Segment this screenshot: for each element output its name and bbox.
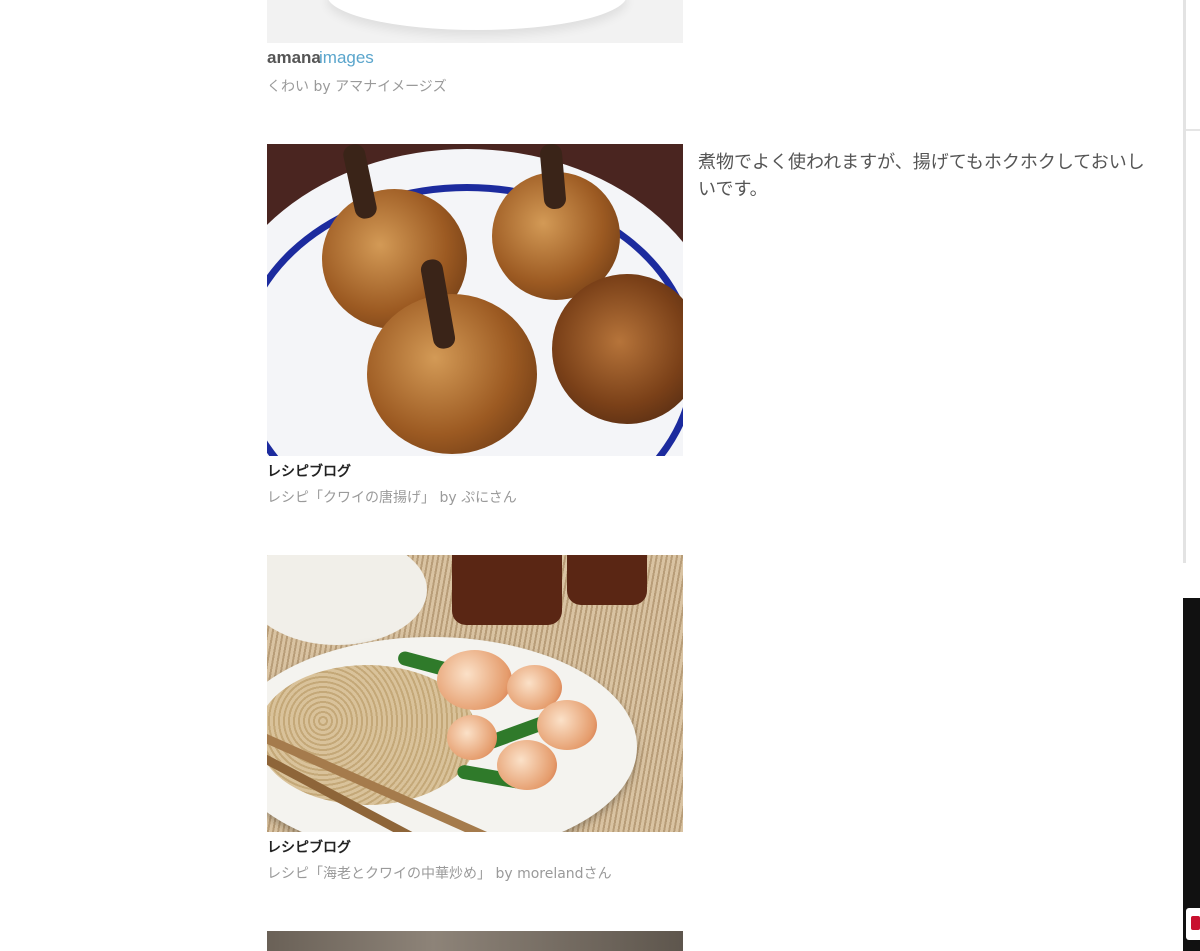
next-photo[interactable] bbox=[267, 931, 683, 951]
shrimp-stir-fry-photo[interactable] bbox=[267, 555, 683, 832]
logo-text-images: images bbox=[319, 48, 374, 67]
recipe-blog-logo[interactable]: レシピブログ bbox=[267, 838, 367, 856]
article-paragraph: 煮物でよく使われますが、揚げてもホクホクしておいしいです。 bbox=[698, 152, 1145, 200]
sidebar-divider bbox=[1186, 129, 1200, 131]
bookmark-icon[interactable] bbox=[1186, 908, 1200, 940]
sidebar-panel bbox=[1183, 0, 1200, 563]
logo-text-amana: amana bbox=[267, 48, 321, 67]
recipe-blog-logo-graphic: レシピブログ bbox=[267, 463, 351, 480]
photo-caption: レシピ「海老とクワイの中華炒め」 by morelandさん bbox=[267, 866, 612, 882]
sidebar-dark-widget[interactable] bbox=[1183, 598, 1200, 951]
recipe-blog-logo[interactable]: レシピブログ bbox=[267, 462, 367, 480]
amana-images-logo[interactable]: amana images bbox=[267, 47, 387, 67]
fried-kuwai-photo[interactable] bbox=[267, 144, 683, 456]
photo-caption: レシピ「クワイの唐揚げ」 by ぷにさん bbox=[267, 490, 517, 506]
recipe-blog-logo-text: レシピブログ bbox=[267, 463, 351, 480]
kuwai-photo[interactable] bbox=[267, 0, 683, 43]
recipe-blog-logo-graphic: レシピブログ bbox=[267, 839, 351, 856]
photo-caption: くわい by アマナイメージズ bbox=[267, 79, 447, 95]
recipe-blog-logo-text: レシピブログ bbox=[267, 839, 351, 856]
